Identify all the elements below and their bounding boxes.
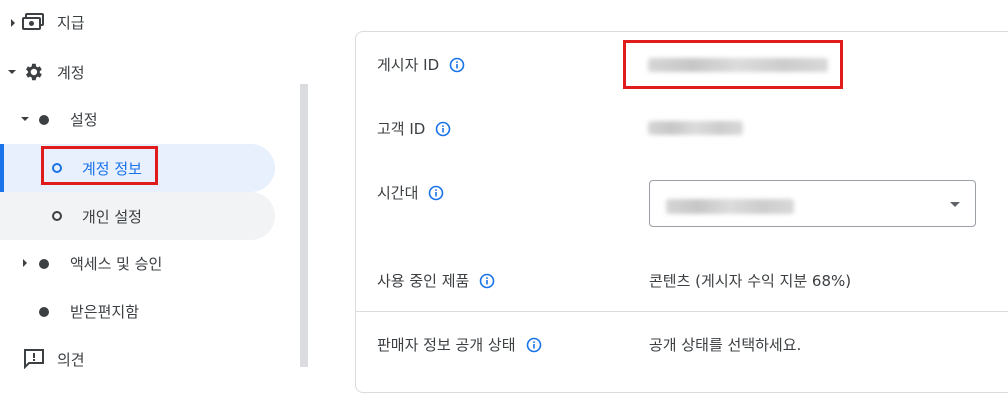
info-icon[interactable] xyxy=(435,121,451,137)
products-in-use-value: 콘텐츠 (게시자 수익 지분 68%) xyxy=(649,272,852,290)
sidebar-item-settings[interactable]: 설정 xyxy=(0,96,280,144)
sidebar-item-feedback[interactable]: 의견 xyxy=(0,336,280,369)
bullet-icon xyxy=(39,115,49,125)
highlight-box xyxy=(623,40,843,89)
feedback-icon xyxy=(24,349,44,369)
timezone-label: 시간대 xyxy=(377,182,444,203)
expand-caret-icon[interactable] xyxy=(23,259,27,267)
expand-caret-icon[interactable] xyxy=(11,19,15,27)
collapse-caret-icon[interactable] xyxy=(21,117,29,121)
gear-icon xyxy=(26,63,42,81)
sidebar-item-label: 개인 설정 xyxy=(82,208,142,226)
seller-info-visibility-label: 판매자 정보 공개 상태 xyxy=(377,334,542,355)
sidebar-item-account[interactable]: 계정 xyxy=(0,48,280,96)
info-icon[interactable] xyxy=(428,185,444,201)
sidebar: 지급 계정 설정 계정 정보 개인 설정 액세스 및 승인 받은편지함 의견 xyxy=(0,0,300,369)
sidebar-item-personal-settings[interactable]: 개인 설정 xyxy=(0,192,275,240)
info-icon[interactable] xyxy=(479,273,495,289)
scrollbar-thumb[interactable] xyxy=(300,84,308,367)
sidebar-item-access[interactable]: 액세스 및 승인 xyxy=(0,240,280,288)
timezone-value-redacted xyxy=(666,199,794,214)
info-icon[interactable] xyxy=(449,57,465,73)
dropdown-arrow-icon[interactable] xyxy=(950,202,960,207)
sidebar-item-inbox[interactable]: 받은편지함 xyxy=(0,288,280,336)
sidebar-item-label: 설정 xyxy=(70,111,98,129)
collapse-caret-icon[interactable] xyxy=(8,70,16,74)
highlight-box xyxy=(41,146,158,185)
products-in-use-label: 사용 중인 제품 xyxy=(377,270,495,291)
sidebar-item-label: 지급 xyxy=(57,14,85,32)
customer-id-value-redacted xyxy=(648,121,743,135)
sidebar-item-label: 받은편지함 xyxy=(70,303,140,321)
bullet-icon xyxy=(39,307,49,317)
sidebar-item-label: 계정 xyxy=(57,64,85,82)
sidebar-item-label: 액세스 및 승인 xyxy=(70,255,163,273)
customer-id-label: 고객 ID xyxy=(377,118,451,139)
bullet-ring-icon xyxy=(52,211,62,221)
bullet-icon xyxy=(39,259,49,269)
seller-info-visibility-value[interactable]: 공개 상태를 선택하세요. xyxy=(649,334,801,355)
publisher-id-label: 게시자 ID xyxy=(377,54,465,75)
sidebar-item-payments[interactable]: 지급 xyxy=(0,0,280,44)
info-icon[interactable] xyxy=(526,337,542,353)
divider xyxy=(356,311,1008,312)
payments-icon xyxy=(22,13,44,30)
